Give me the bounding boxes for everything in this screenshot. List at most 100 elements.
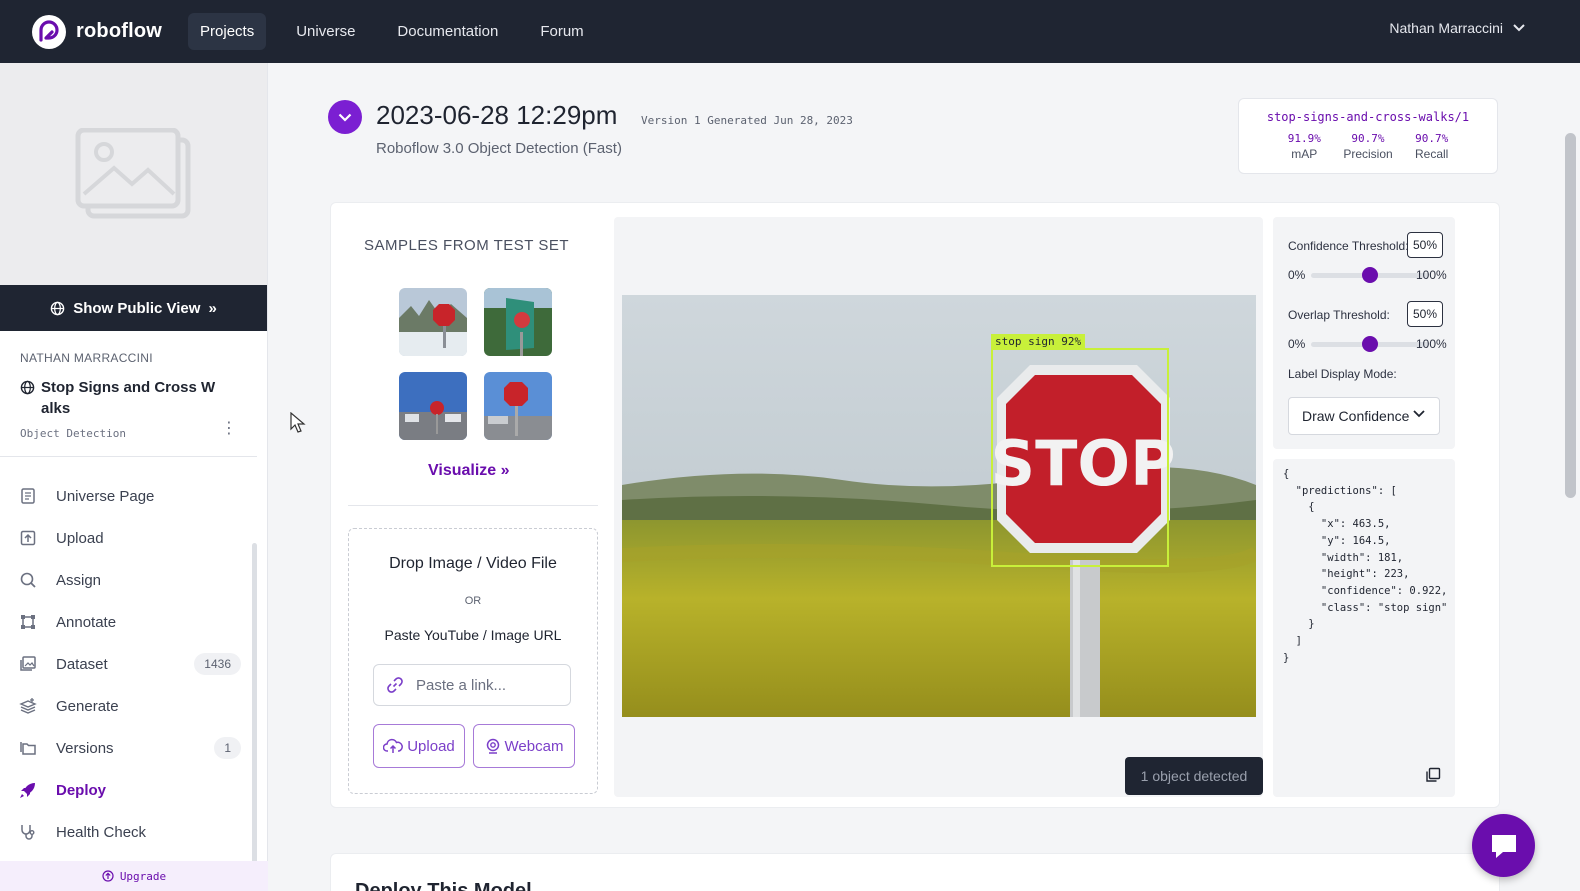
nav-forum[interactable]: Forum (528, 13, 595, 50)
json-output: { "predictions": [ { "x": 463.5, "y": 16… (1283, 468, 1448, 664)
webcam-label: Webcam (504, 737, 564, 755)
metric-recall: 90.7% Recall (1409, 132, 1455, 161)
upgrade-button[interactable]: Upgrade (0, 861, 268, 891)
sidebar-item-universe-page[interactable]: Universe Page (0, 475, 267, 517)
image-dropzone[interactable]: Drop Image / Video File OR Paste YouTube… (348, 528, 598, 794)
sample-thumbnail[interactable] (399, 372, 467, 440)
chat-icon (1491, 834, 1516, 858)
sidebar-item-versions[interactable]: Versions 1 (0, 727, 267, 769)
copy-icon[interactable] (1425, 767, 1441, 783)
project-thumbnail (0, 63, 267, 285)
overlap-slider-row: 0% 100% (1288, 336, 1448, 352)
label-display-mode-select[interactable]: Draw Confidence (1288, 397, 1440, 435)
sidebar-item-label: Assign (56, 571, 102, 589)
nav-items: Projects Universe Documentation Forum (188, 0, 614, 63)
page-scrollbar[interactable] (1560, 63, 1580, 891)
version-collapse-button[interactable] (328, 100, 362, 134)
public-view-label: Show Public View (73, 299, 201, 317)
nav-documentation[interactable]: Documentation (385, 13, 510, 50)
versions-count-badge: 1 (214, 737, 241, 759)
sidebar-item-assign[interactable]: Assign (0, 559, 267, 601)
overlap-threshold-label: Overlap Threshold: (1288, 308, 1390, 322)
inference-controls: Confidence Threshold: 50% 0% 100% Overla… (1273, 217, 1455, 449)
chat-button[interactable] (1472, 814, 1535, 877)
dataset-count-badge: 1436 (194, 653, 241, 675)
sidebar-item-label: Upload (56, 529, 104, 547)
link-input-wrapper[interactable] (373, 664, 571, 706)
mouse-cursor-icon (290, 412, 306, 433)
metric-label: Precision (1343, 147, 1393, 161)
show-public-view-button[interactable]: Show Public View » (0, 285, 267, 331)
layers-icon (18, 696, 38, 716)
project-name[interactable]: Stop Signs and Cross W alks (20, 377, 237, 419)
globe-icon (50, 301, 65, 315)
sidebar-item-label: Annotate (56, 613, 117, 631)
overlap-slider[interactable] (1311, 336, 1429, 352)
sidebar-item-label: Deploy (56, 781, 107, 799)
sidebar-item-label: Dataset (56, 655, 108, 673)
folders-icon (18, 738, 38, 758)
sidebar-item-label: Health Check (56, 823, 147, 841)
metric-label: mAP (1291, 147, 1318, 161)
bounding-box-label: stop sign 92% (991, 334, 1086, 349)
kebab-menu-icon[interactable]: ⋮ (221, 418, 237, 438)
metric-precision: 90.7% Precision (1343, 132, 1392, 161)
webcam-button[interactable]: Webcam (473, 724, 575, 768)
rocket-icon (18, 780, 38, 800)
upgrade-label: Upgrade (119, 869, 167, 883)
dropzone-paste-label: Paste YouTube / Image URL (384, 627, 562, 643)
bounding-box (991, 348, 1169, 567)
images-icon (18, 654, 38, 674)
user-name: Nathan Marraccini (1389, 20, 1503, 36)
sidebar-item-deploy[interactable]: Deploy (0, 769, 267, 811)
sidebar-item-dataset[interactable]: Dataset 1436 (0, 643, 267, 685)
overlap-threshold-input[interactable]: 50% (1407, 301, 1443, 327)
sample-thumbnail[interactable] (484, 372, 552, 440)
paste-link-input[interactable] (416, 676, 556, 694)
confidence-threshold-label: Confidence Threshold: (1288, 239, 1409, 253)
metric-label: Recall (1414, 147, 1449, 161)
sample-thumbnail[interactable] (484, 288, 552, 356)
metric-value: 90.7% (1351, 132, 1385, 145)
nav-universe[interactable]: Universe (284, 13, 367, 50)
confidence-slider-handle[interactable] (1362, 267, 1378, 283)
brand-name: roboflow (76, 20, 163, 42)
top-nav: roboflow Projects Universe Documentation… (0, 0, 1580, 63)
chevron-down-icon (338, 113, 352, 122)
confidence-slider[interactable] (1311, 267, 1429, 283)
sample-thumbnail[interactable] (399, 288, 467, 356)
sidebar-item-upload[interactable]: Upload (0, 517, 267, 559)
label-display-mode-label: Label Display Mode: (1288, 367, 1397, 381)
sidebar: Show Public View » NATHAN MARRACCINI Sto… (0, 63, 268, 891)
sidebar-item-label: Versions (56, 739, 114, 757)
page-scrollbar-thumb[interactable] (1565, 133, 1576, 498)
json-output-panel: { "predictions": [ { "x": 463.5, "y": 16… (1273, 459, 1455, 797)
user-menu[interactable]: Nathan Marraccini (1389, 20, 1525, 36)
sidebar-scrollbar[interactable] (252, 543, 257, 891)
model-id[interactable]: stop-signs-and-cross-walks/1 (1239, 110, 1497, 124)
cloud-upload-icon (383, 738, 404, 753)
overlap-slider-handle[interactable] (1362, 336, 1378, 352)
document-icon (18, 486, 38, 506)
confidence-threshold-input[interactable]: 50% (1407, 232, 1443, 258)
sidebar-item-label: Generate (56, 697, 119, 715)
upgrade-icon (102, 870, 114, 882)
nav-projects[interactable]: Projects (188, 13, 267, 50)
link-icon (387, 677, 403, 693)
sidebar-item-health-check[interactable]: Health Check (0, 811, 267, 853)
dropzone-or: OR (464, 595, 482, 607)
visualize-link[interactable]: Visualize » (428, 462, 510, 480)
dropzone-title: Drop Image / Video File (389, 555, 557, 572)
roboflow-logo-icon (32, 14, 66, 49)
samples-title: SAMPLES FROM TEST SET (364, 237, 569, 254)
brand[interactable]: roboflow (32, 14, 163, 49)
image-placeholder-icon (75, 128, 190, 219)
globe-icon (20, 380, 35, 395)
upload-button[interactable]: Upload (373, 724, 465, 768)
slider-min-label: 0% (1288, 268, 1306, 282)
sidebar-item-generate[interactable]: Generate (0, 685, 267, 727)
project-info: NATHAN MARRACCINI Stop Signs and Cross W… (0, 331, 257, 457)
sidebar-item-annotate[interactable]: Annotate (0, 601, 267, 643)
upload-label: Upload (407, 737, 455, 755)
metric-value: 91.9% (1287, 132, 1321, 145)
